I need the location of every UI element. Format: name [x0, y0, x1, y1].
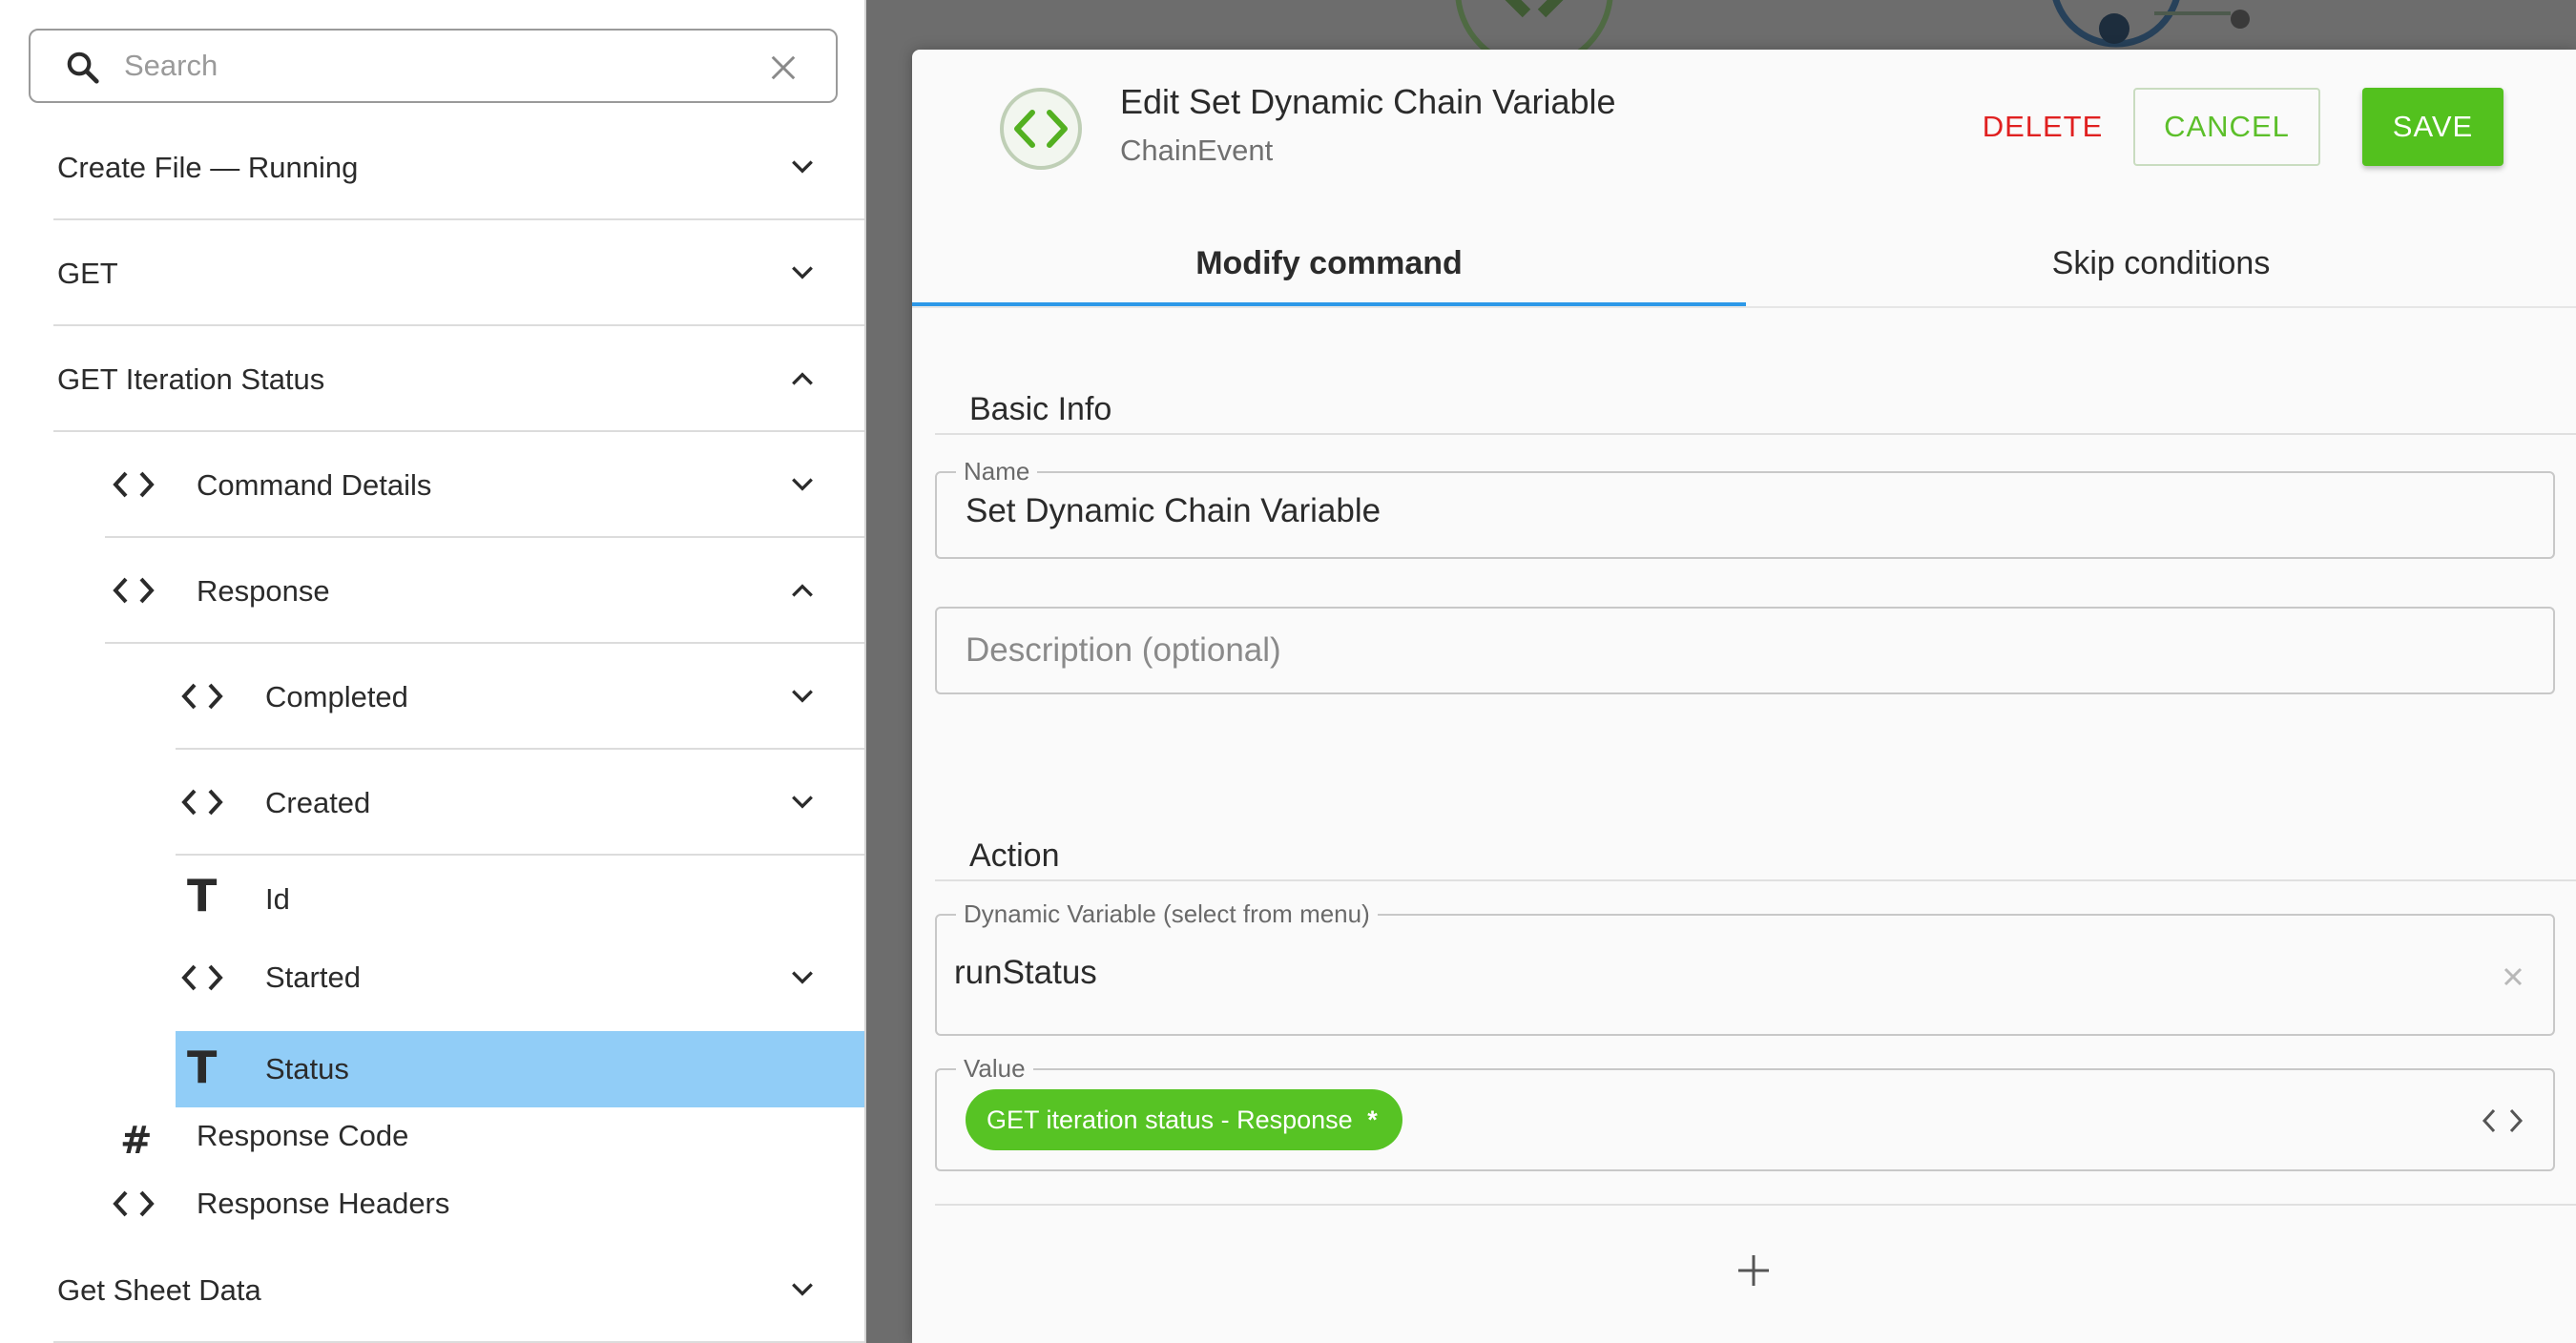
tab-divider	[912, 306, 2576, 308]
description-field[interactable]: Description (optional)	[935, 607, 2555, 694]
data-tree-panel: Search Create File — Running GET GET Ite…	[0, 0, 866, 1343]
active-tab-indicator	[912, 302, 1746, 306]
tree-item-label: GET Iteration Status	[57, 362, 325, 396]
tree-item-started[interactable]: Started	[176, 928, 864, 1027]
code-icon	[1000, 88, 1082, 170]
clear-search-icon[interactable]	[769, 53, 798, 82]
save-button[interactable]: SAVE	[2362, 88, 2503, 166]
tree-item-response-code[interactable]: # Response Code	[105, 1107, 864, 1165]
tree-item-create-file[interactable]: Create File — Running	[53, 115, 864, 220]
tree-item-response[interactable]: Response	[105, 539, 864, 644]
code-icon	[181, 789, 223, 816]
value-chip-label: GET iteration status - Response	[987, 1105, 1353, 1134]
cancel-button[interactable]: CANCEL	[2133, 88, 2320, 166]
search-icon	[67, 52, 99, 84]
tree-item-label: Command Details	[197, 468, 432, 502]
dynamic-variable-label: Dynamic Variable (select from menu)	[956, 899, 1378, 929]
edit-command-modal: Edit Set Dynamic Chain Variable ChainEve…	[912, 50, 2576, 1343]
tree-item-completed[interactable]: Completed	[176, 645, 864, 750]
action-heading: Action	[969, 837, 1060, 874]
tree-item-created[interactable]: Created	[176, 751, 864, 856]
chevron-down-icon[interactable]	[790, 156, 815, 177]
code-icon	[113, 471, 155, 498]
tree-item-label: Response	[197, 574, 330, 608]
chevron-down-icon[interactable]	[790, 1279, 815, 1300]
chevron-up-icon[interactable]	[790, 580, 815, 601]
tree-item-response-headers[interactable]: Response Headers	[105, 1173, 864, 1234]
tree-item-get[interactable]: GET	[53, 221, 864, 326]
description-placeholder[interactable]: Description (optional)	[966, 631, 1281, 670]
divider	[935, 879, 2576, 881]
tree-item-label: Get Sheet Data	[57, 1273, 261, 1307]
tab-modify-command[interactable]: Modify command	[912, 219, 1746, 357]
canvas-connector-icon	[2052, 0, 2250, 48]
search-input[interactable]: Search	[124, 31, 218, 101]
chevron-down-icon[interactable]	[790, 967, 815, 988]
tree-item-label: Status	[265, 1052, 349, 1085]
delete-button[interactable]: DELETE	[1952, 88, 2133, 166]
name-field[interactable]: Name Set Dynamic Chain Variable	[935, 456, 2555, 559]
add-action-icon[interactable]	[1735, 1251, 1773, 1290]
value-chip[interactable]: GET iteration status - Response *	[966, 1089, 1402, 1150]
clear-icon[interactable]	[2502, 965, 2524, 988]
chevron-up-icon[interactable]	[790, 368, 815, 389]
number-type-icon: #	[120, 1119, 153, 1163]
value-field[interactable]: Value GET iteration status - Response *	[935, 1053, 2555, 1171]
name-field-label: Name	[956, 456, 1038, 486]
basic-info-heading: Basic Info	[969, 391, 1112, 427]
text-type-icon: T	[187, 1042, 218, 1093]
tree-item-label: Completed	[265, 680, 408, 713]
chevron-down-icon[interactable]	[790, 262, 815, 283]
chevron-down-icon[interactable]	[790, 686, 815, 707]
tree-item-label: Response Code	[197, 1119, 409, 1152]
modal-subtitle: ChainEvent	[1120, 134, 1274, 167]
tree-item-label: Create File — Running	[57, 151, 359, 184]
tab-skip-conditions[interactable]: Skip conditions	[1746, 219, 2576, 357]
tree-item-get-iteration-status[interactable]: GET Iteration Status	[53, 327, 864, 432]
tree-item-label: Response Headers	[197, 1187, 450, 1220]
code-icon	[181, 964, 223, 991]
code-icon[interactable]	[2481, 1106, 2524, 1135]
tree-item-status[interactable]: T Status	[176, 1031, 864, 1107]
chevron-down-icon[interactable]	[790, 474, 815, 495]
dynamic-variable-value[interactable]: runStatus	[954, 954, 1097, 992]
name-field-value[interactable]: Set Dynamic Chain Variable	[966, 492, 1381, 530]
tree-item-label: Created	[265, 786, 371, 819]
value-field-label: Value	[956, 1053, 1033, 1084]
code-icon	[113, 1190, 155, 1217]
search-box[interactable]: Search	[29, 29, 838, 103]
divider	[935, 433, 2576, 435]
tree-item-get-sheet-data[interactable]: Get Sheet Data	[53, 1238, 864, 1343]
divider	[935, 1204, 2576, 1206]
canvas-node-icon	[1455, 0, 1613, 57]
asterisk-icon: *	[1367, 1105, 1378, 1134]
tree-item-label: Started	[265, 961, 361, 994]
tree-item-label: GET	[57, 257, 118, 290]
text-type-icon: T	[187, 870, 218, 921]
chevron-down-icon[interactable]	[790, 792, 815, 813]
modal-title: Edit Set Dynamic Chain Variable	[1120, 82, 1616, 121]
code-icon	[113, 577, 155, 604]
dynamic-variable-select[interactable]: Dynamic Variable (select from menu) runS…	[935, 899, 2555, 1036]
tree-item-command-details[interactable]: Command Details	[105, 433, 864, 538]
code-icon	[181, 683, 223, 710]
